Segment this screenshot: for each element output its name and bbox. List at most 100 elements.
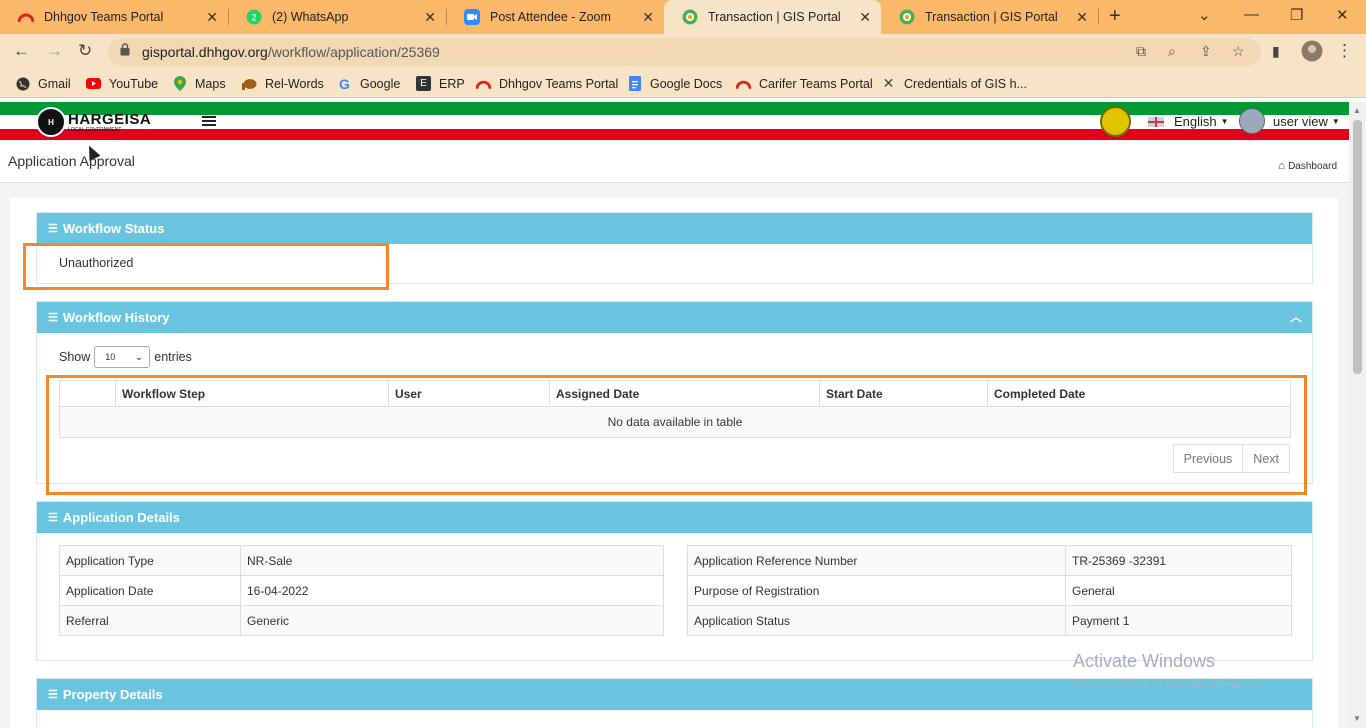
zoom-magnifier-icon[interactable]: ⌕ (1168, 43, 1176, 60)
url-text[interactable]: gisportal.dhhgov.org/workflow/applicatio… (142, 44, 440, 60)
detail-label: Application Date (59, 575, 241, 606)
tab-gis-portal[interactable]: Transaction | GIS Portal ✕ (881, 0, 1098, 34)
browser-toolbar: ← → ↻ gisportal.dhhgov.org/workflow/appl… (0, 34, 1366, 70)
bookmark-label: Google (360, 76, 401, 91)
zoom-icon (464, 9, 480, 25)
profile-avatar-icon[interactable] (1301, 40, 1323, 67)
lock-icon[interactable] (120, 43, 130, 59)
page-size-control: Show 10 ⌄ entries (59, 346, 192, 368)
bookmark-rel-words[interactable]: Rel-Words (242, 76, 324, 91)
translate-icon[interactable]: ⧉ (1136, 43, 1146, 60)
hargeisa-logo[interactable]: H HARGEISA LOCAL GOVERNMENT (36, 107, 151, 137)
tab-zoom[interactable]: Post Attendee - Zoom ✕ (446, 0, 664, 34)
bookmark-maps[interactable]: Maps (172, 76, 226, 91)
window-close-icon[interactable]: ✕ (1336, 6, 1349, 24)
close-icon[interactable]: ✕ (206, 9, 218, 26)
share-icon[interactable]: ⇪ (1200, 43, 1212, 60)
bookmark-label: Carifer Teams Portal (759, 76, 873, 91)
page-scrollbar[interactable]: ▲ ▼ (1349, 102, 1366, 728)
breadcrumb-dashboard[interactable]: Dashboard (1288, 161, 1337, 172)
tab-search-chevron-icon[interactable]: ⌄ (1198, 6, 1211, 24)
tab-title: (2) WhatsApp (272, 10, 349, 24)
bookmark-youtube[interactable]: YouTube (86, 76, 158, 91)
tab-title: Transaction | GIS Portal (925, 10, 1058, 24)
bookmark-label: YouTube (109, 76, 159, 91)
uk-flag-icon (1148, 116, 1164, 127)
bookmark-erp[interactable]: E ERP (416, 76, 465, 91)
caret-down-icon: ▼ (1220, 117, 1229, 126)
list-icon: ☰ (48, 512, 58, 524)
page-size-select[interactable]: 10 ⌄ (94, 346, 151, 368)
menu-kebab-icon[interactable]: ⋮ (1336, 41, 1353, 61)
tab-dhhgov-teams-portal[interactable]: Dhhgov Teams Portal ✕ (0, 0, 228, 34)
dhhgov-icon (736, 76, 751, 91)
table-row: Application Status Payment 1 (687, 605, 1292, 636)
tab-gis-portal-active[interactable]: Transaction | GIS Portal ✕ (664, 0, 881, 34)
dhhgov-icon (18, 9, 34, 25)
minimize-icon[interactable]: — (1244, 6, 1259, 23)
globe-icon (15, 76, 30, 91)
scroll-down-icon[interactable]: ▼ (1353, 714, 1361, 723)
detail-label: Application Type (59, 545, 241, 576)
language-dropdown[interactable]: English ▼ (1148, 114, 1229, 129)
logo-text: HARGEISA LOCAL GOVERNMENT (68, 112, 151, 133)
bookmark-label: Dhhgov Teams Portal (499, 76, 619, 91)
detail-label: Application Status (687, 605, 1066, 636)
application-details-panel: ☰ Application Details Application Type N… (36, 501, 1313, 661)
bookmark-google-docs[interactable]: Google Docs (627, 76, 722, 91)
tab-whatsapp[interactable]: 2 (2) WhatsApp ✕ (228, 0, 446, 34)
flag-stripe-green (0, 102, 1349, 115)
bookmarks-bar: Gmail YouTube Maps Rel-Words G Google E … (0, 70, 1366, 98)
side-panel-icon[interactable]: ▮ (1272, 43, 1280, 60)
bookmark-star-icon[interactable]: ☆ (1232, 43, 1245, 60)
panel-title: Workflow Status (62, 221, 165, 236)
list-icon: ☰ (48, 223, 58, 235)
panel-header: ☰ Application Details (37, 502, 1312, 533)
google-icon: G (339, 75, 350, 92)
close-icon[interactable]: ✕ (642, 9, 654, 26)
bookmark-credentials[interactable]: ✕ Credentials of GIS h... (881, 75, 1027, 91)
close-icon[interactable]: ✕ (859, 9, 871, 26)
bookmark-label: ERP (439, 76, 465, 91)
chevron-down-icon: ⌄ (134, 351, 144, 363)
user-name: user view (1273, 113, 1328, 129)
hamburger-menu-icon[interactable] (202, 116, 216, 128)
restore-icon[interactable]: ❐ (1290, 6, 1303, 24)
list-icon: ☰ (48, 312, 58, 324)
reload-icon[interactable]: ↻ (78, 41, 92, 61)
entries-label: entries (154, 350, 192, 364)
bookmark-google[interactable]: G Google (337, 75, 401, 92)
bookmark-carifer-teams-portal[interactable]: Carifer Teams Portal (736, 76, 873, 91)
bookmark-label: Google Docs (650, 76, 723, 91)
logo-title: HARGEISA (68, 110, 152, 128)
highlight-box-status (23, 243, 389, 290)
scroll-up-icon[interactable]: ▲ (1353, 106, 1361, 115)
back-icon[interactable]: ← (13, 41, 30, 61)
maps-pin-icon (172, 76, 187, 91)
new-tab-icon[interactable]: + (1109, 5, 1121, 28)
close-icon[interactable]: ✕ (1076, 9, 1088, 26)
scrollbar-thumb[interactable] (1353, 120, 1362, 374)
detail-value: 16-04-2022 (240, 575, 664, 606)
detail-value: Generic (240, 605, 664, 636)
bookmark-label: Gmail (38, 76, 71, 91)
bookmark-label: Rel-Words (265, 76, 324, 91)
tab-title: Transaction | GIS Portal (708, 10, 841, 24)
bookmark-gmail[interactable]: Gmail (15, 76, 71, 91)
dhhgov-icon (476, 76, 491, 91)
chevron-up-icon[interactable]: ︿ (1290, 308, 1302, 325)
close-icon[interactable]: ✕ (424, 9, 436, 26)
user-menu[interactable]: user view ▼ (1239, 108, 1340, 134)
tools-icon: ✕ (882, 75, 895, 91)
breadcrumb[interactable]: ⌂ Dashboard (1278, 160, 1337, 172)
logo-emblem-icon: H (36, 107, 66, 137)
page-viewport: H HARGEISA LOCAL GOVERNMENT English ▼ us… (0, 102, 1349, 728)
forward-icon[interactable]: → (46, 41, 63, 61)
address-bar[interactable]: gisportal.dhhgov.org/workflow/applicatio… (108, 38, 1261, 66)
table-row: Application Type NR-Sale (59, 545, 664, 576)
bookmark-dhhgov-teams-portal[interactable]: Dhhgov Teams Portal (476, 76, 618, 91)
detail-value: NR-Sale (240, 545, 664, 576)
browser-tab-strip: Dhhgov Teams Portal ✕ 2 (2) WhatsApp ✕ P… (0, 0, 1366, 34)
activate-windows-subtitle: Go to Settings to activate Windows. (1073, 677, 1263, 691)
panel-header[interactable]: ☰ Workflow History ︿ (37, 302, 1312, 333)
